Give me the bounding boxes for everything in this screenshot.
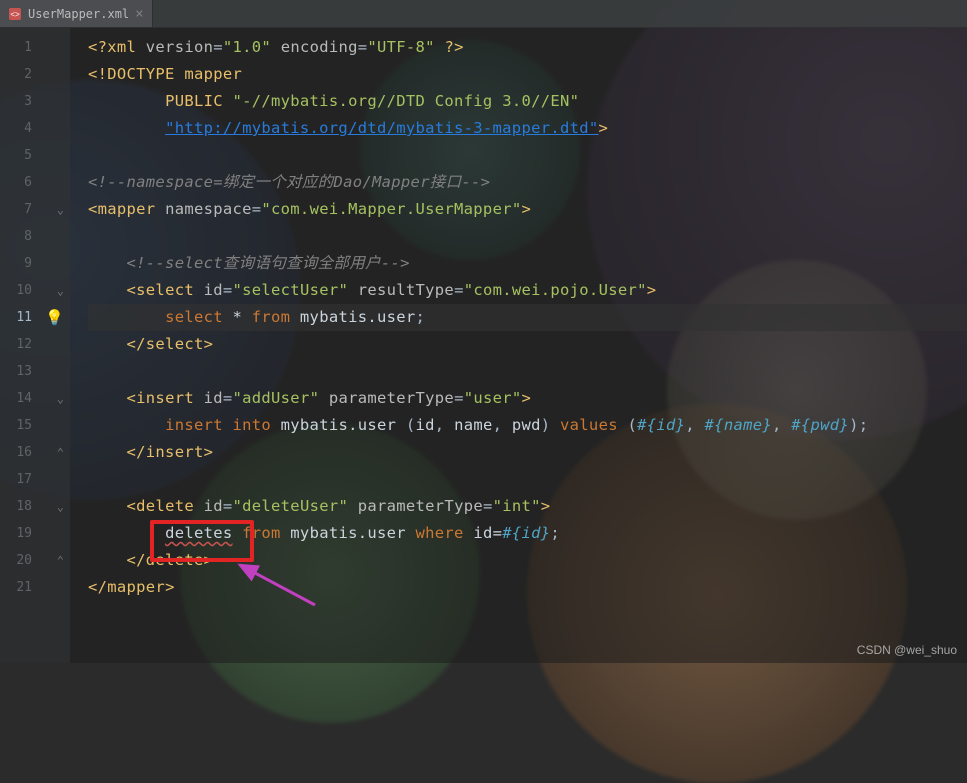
line-number: 17 [0,466,70,493]
code-line: <!--select查询语句查询全部用户--> [88,250,967,277]
code-line [88,358,967,385]
lightbulb-icon[interactable]: 💡 [45,304,64,331]
line-number: 15 [0,412,70,439]
line-number: 20⌃ [0,547,70,574]
code-line: <insert id="addUser" parameterType="user… [88,385,967,412]
line-number: 19 [0,520,70,547]
tab-filename: UserMapper.xml [28,7,129,21]
code-line: <!DOCTYPE mapper [88,61,967,88]
line-number: 21 [0,574,70,601]
watermark: CSDN @wei_shuo [857,643,957,657]
line-number: 16⌃ [0,439,70,466]
code-line: </delete> [88,547,967,574]
line-number: 2 [0,61,70,88]
xml-file-icon: <> [8,7,22,21]
line-number: 14⌄ [0,385,70,412]
code-line: insert into mybatis.user (id, name, pwd)… [88,412,967,439]
line-number: 12 [0,331,70,358]
code-line [88,142,967,169]
line-number: 9 [0,250,70,277]
sql-error-token: deletes [165,524,232,542]
tab-bar: <> UserMapper.xml × [0,0,967,28]
tab-usermapper[interactable]: <> UserMapper.xml × [0,0,153,27]
code-editor[interactable]: 1 2 3 4 5 6 7⌄ 8 9 10⌄ 11💡 12 13 14⌄ 15 … [0,28,967,663]
line-number: 10⌄ [0,277,70,304]
line-number: 8 [0,223,70,250]
code-line-current: select * from mybatis.user; [88,304,967,331]
line-number: 1 [0,34,70,61]
code-line: </select> [88,331,967,358]
line-number: 18⌄ [0,493,70,520]
code-line: deletes from mybatis.user where id=#{id}… [88,520,967,547]
chevron-down-icon[interactable]: ⌄ [57,385,64,412]
line-number: 7⌄ [0,196,70,223]
code-line: <select id="selectUser" resultType="com.… [88,277,967,304]
line-number-current: 11💡 [0,304,70,331]
code-line: </insert> [88,439,967,466]
code-area[interactable]: <?xml version="1.0" encoding="UTF-8" ?> … [70,28,967,663]
code-line: </mapper> [88,574,967,601]
line-number: 4 [0,115,70,142]
code-line [88,223,967,250]
code-line: <?xml version="1.0" encoding="UTF-8" ?> [88,34,967,61]
code-line [88,466,967,493]
chevron-up-icon[interactable]: ⌃ [57,439,64,466]
chevron-down-icon[interactable]: ⌄ [57,493,64,520]
code-line: PUBLIC "-//mybatis.org//DTD Config 3.0//… [88,88,967,115]
svg-text:<>: <> [10,10,20,19]
gutter: 1 2 3 4 5 6 7⌄ 8 9 10⌄ 11💡 12 13 14⌄ 15 … [0,28,70,663]
line-number: 13 [0,358,70,385]
code-line: <mapper namespace="com.wei.Mapper.UserMa… [88,196,967,223]
line-number: 5 [0,142,70,169]
code-line: <delete id="deleteUser" parameterType="i… [88,493,967,520]
code-line: "http://mybatis.org/dtd/mybatis-3-mapper… [88,115,967,142]
chevron-up-icon[interactable]: ⌃ [57,547,64,574]
chevron-down-icon[interactable]: ⌄ [57,277,64,304]
line-number: 3 [0,88,70,115]
chevron-down-icon[interactable]: ⌄ [57,196,64,223]
code-line: <!--namespace=绑定一个对应的Dao/Mapper接口--> [88,169,967,196]
line-number: 6 [0,169,70,196]
close-icon[interactable]: × [135,7,143,21]
